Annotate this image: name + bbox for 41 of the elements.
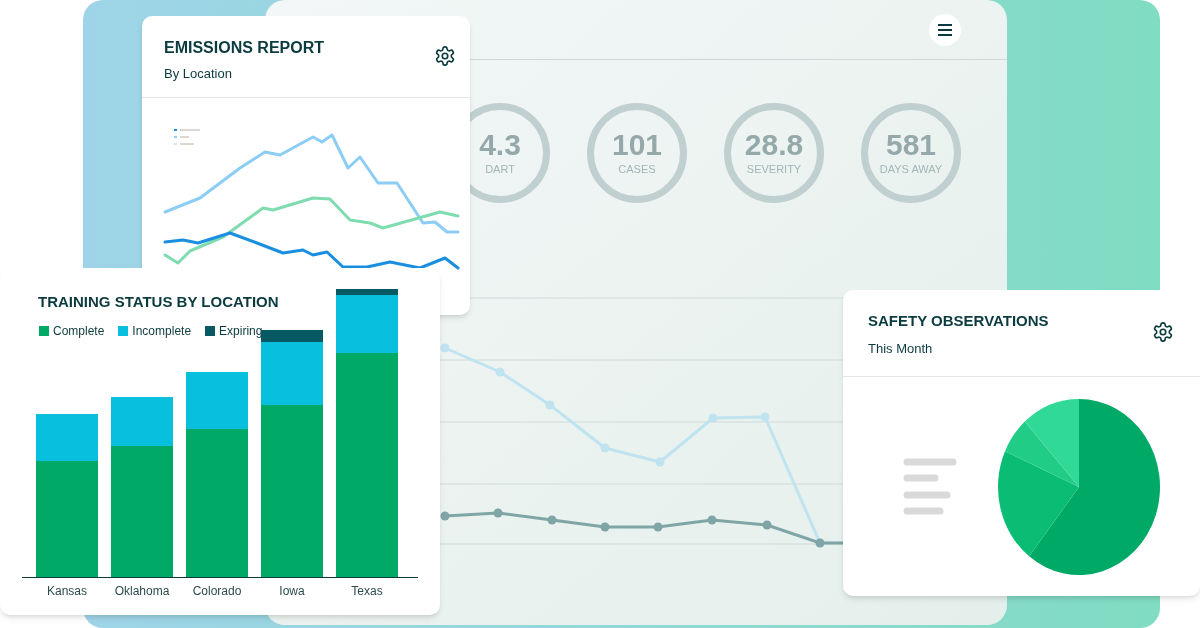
stat-value: 4.3 — [479, 128, 521, 161]
chart-point — [653, 522, 663, 532]
menu-icon — [938, 23, 952, 36]
chart-point — [440, 511, 450, 521]
card-subtitle: This Month — [868, 339, 934, 358]
legend-label: Incomplete — [132, 322, 192, 340]
card-title: SAFETY OBSERVATIONS — [868, 311, 1049, 331]
chart-point — [600, 522, 610, 532]
chart-point — [707, 515, 717, 525]
legend-label: Complete — [53, 322, 105, 340]
stat-label: DAYS AWAY — [879, 161, 943, 177]
stat-label: CASES — [618, 161, 656, 177]
settings-icon[interactable] — [434, 45, 456, 67]
legend-placeholder-drawing — [903, 458, 957, 516]
card-title: TRAINING STATUS BY LOCATION — [38, 292, 280, 312]
chart-point — [708, 413, 718, 423]
menu-button[interactable] — [929, 13, 961, 46]
stat-label: DART — [485, 161, 515, 177]
axis-label: Colorado — [191, 582, 243, 600]
axis-label: Oklahoma — [113, 582, 171, 600]
settings-icon[interactable] — [1152, 321, 1174, 343]
chart-point — [545, 400, 555, 410]
stat-label: SEVERITY — [746, 161, 802, 177]
chart-point — [547, 515, 557, 525]
card-title: EMISSIONS REPORT — [164, 38, 325, 58]
chart-point — [600, 443, 610, 453]
stat-value: 581 — [885, 128, 937, 161]
chart-point — [495, 367, 505, 377]
axis-label: Texas — [350, 582, 384, 600]
legend-label: Expiring — [219, 322, 263, 340]
chart-point — [440, 343, 450, 353]
stat-value: 28.8 — [744, 128, 804, 161]
axis-label: Iowa — [278, 582, 306, 600]
chart-point — [493, 508, 503, 518]
chart-point — [760, 412, 770, 422]
stat-value: 101 — [611, 128, 663, 161]
legend-placeholder-drawing — [174, 129, 200, 145]
chart-point — [762, 520, 772, 530]
chart-point — [655, 457, 665, 467]
card-subtitle: By Location — [164, 65, 233, 83]
axis-label: Kansas — [46, 582, 88, 600]
